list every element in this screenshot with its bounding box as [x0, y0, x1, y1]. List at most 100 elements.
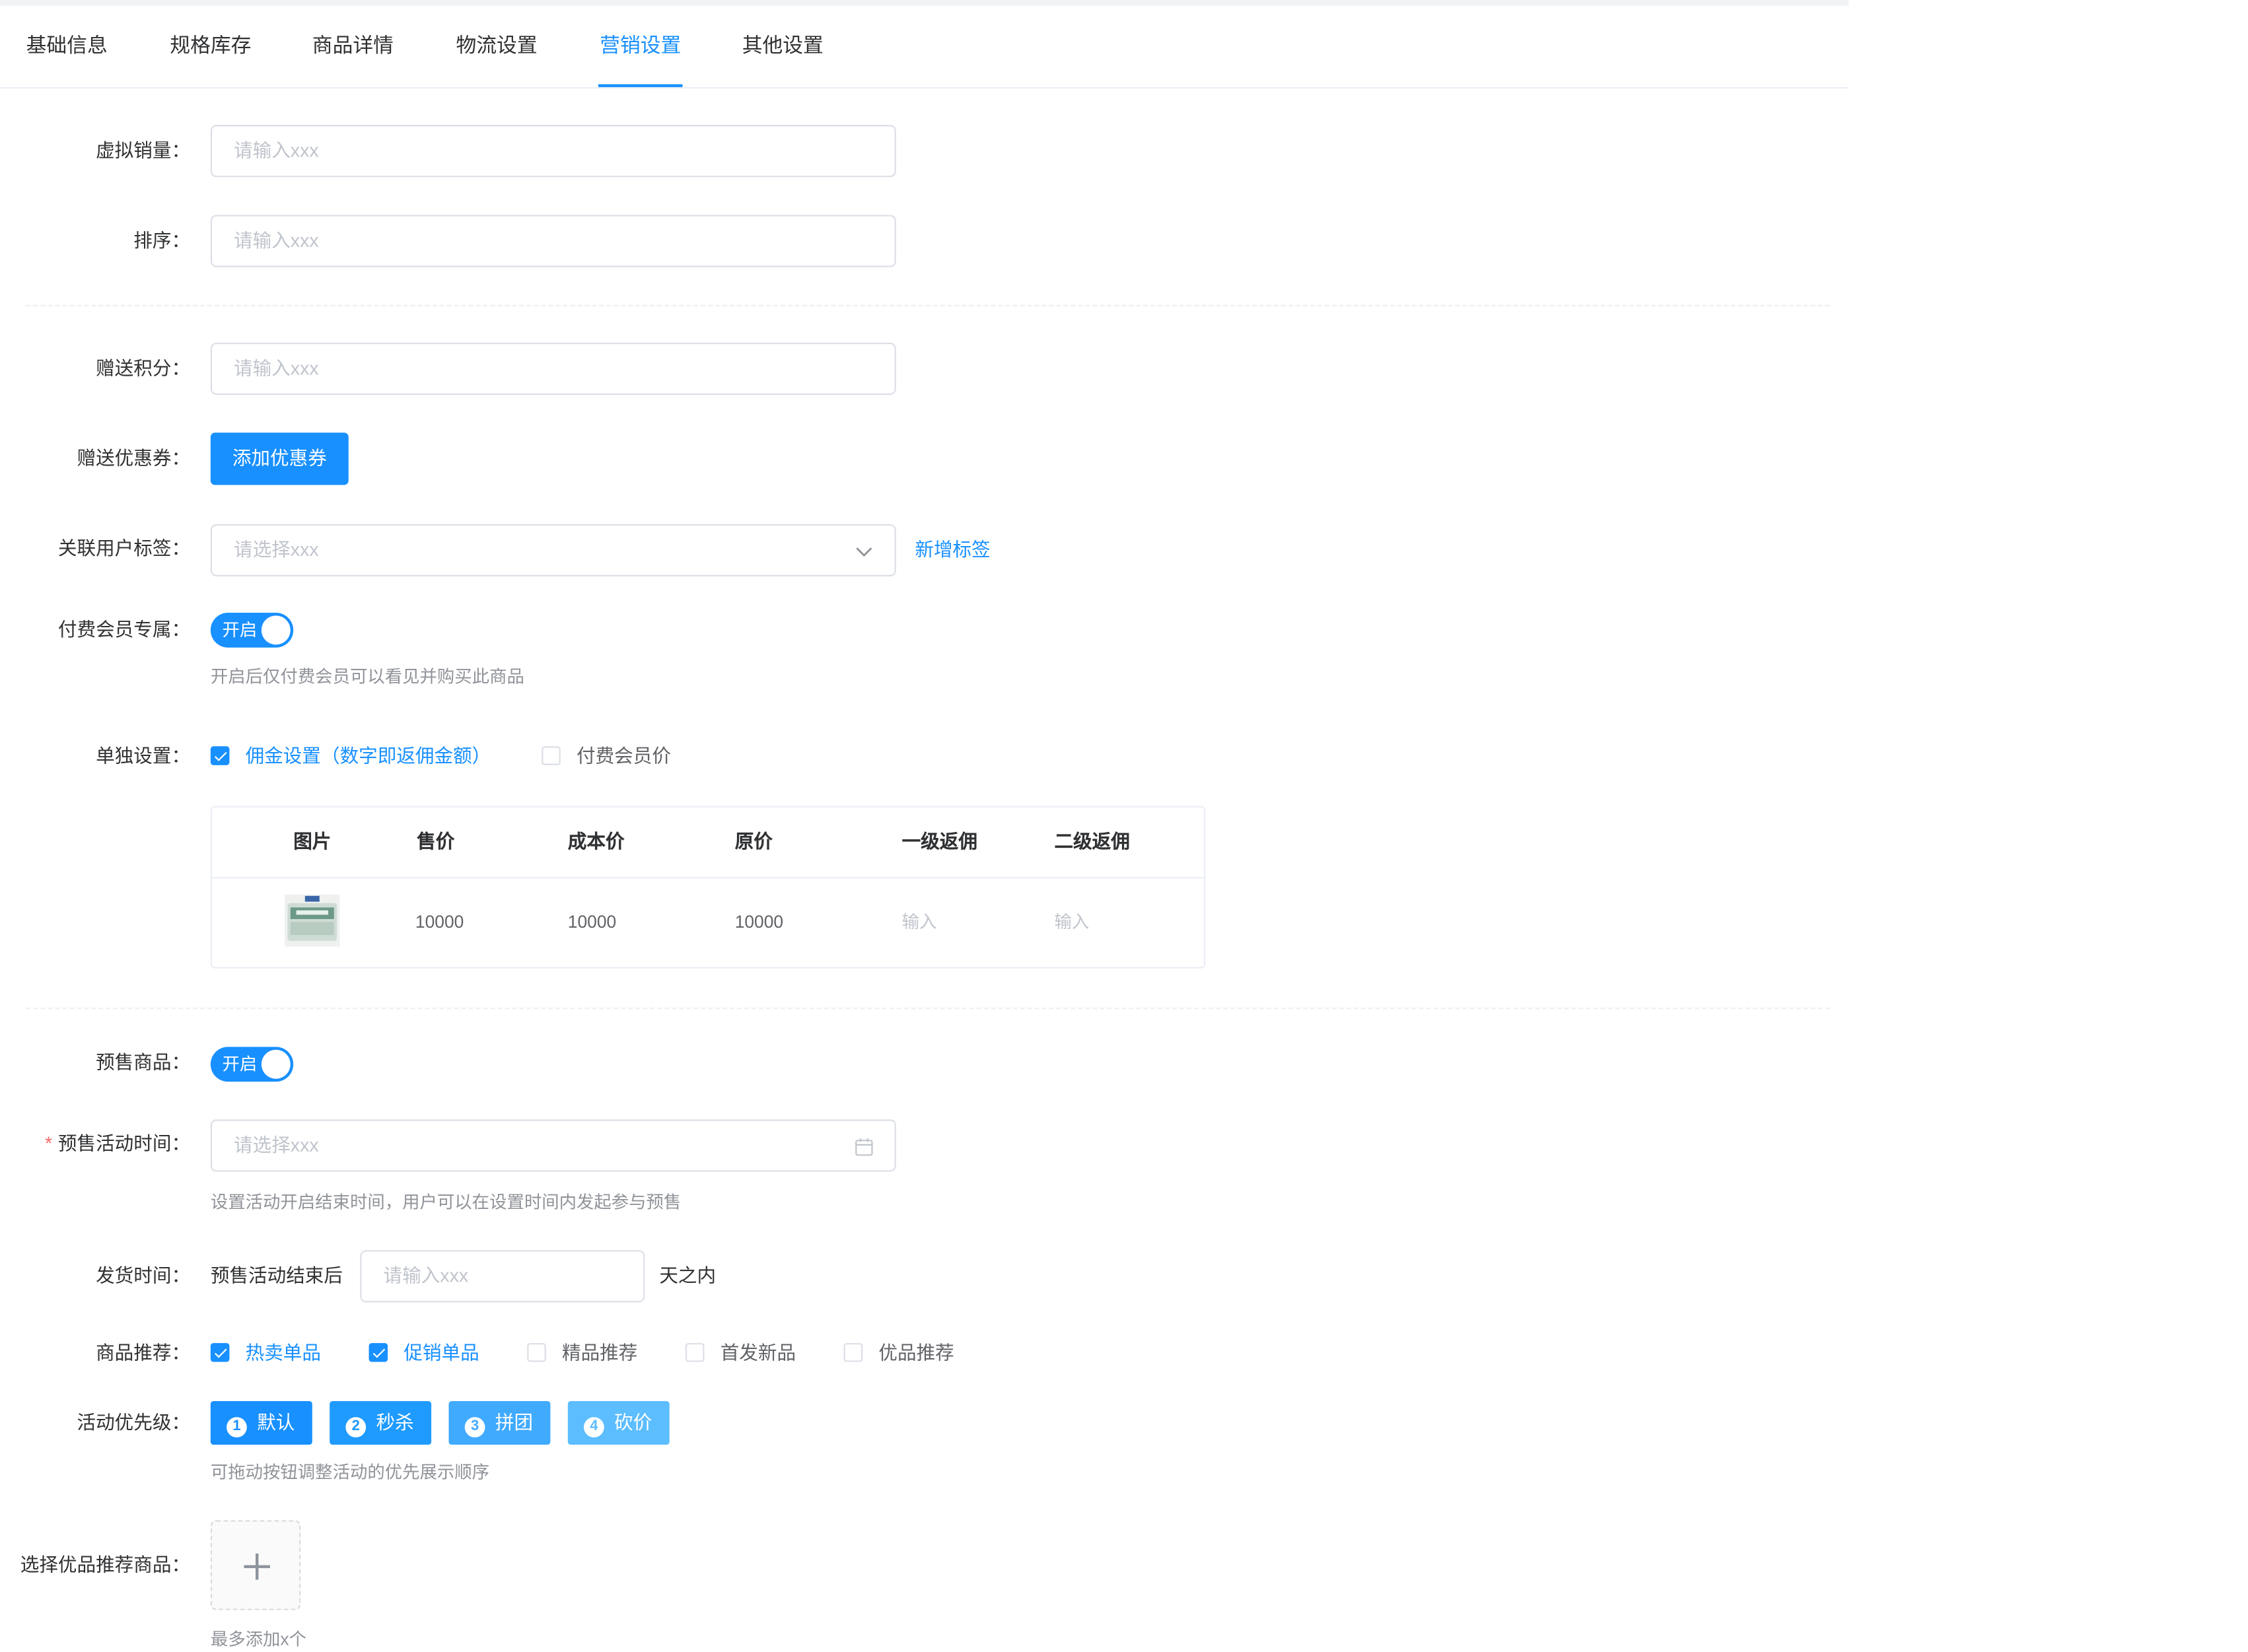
ship-time-prefix: 预售活动结束后 — [210, 1264, 343, 1287]
promo-item-checkbox[interactable]: 促销单品 — [369, 1338, 500, 1367]
table-header-cost: 成本价 — [567, 830, 625, 852]
priority-label: 活动优先级： — [77, 1411, 191, 1433]
checkbox-box — [210, 1343, 230, 1362]
section-divider — [26, 304, 1830, 306]
premium-goods-hint: 最多添加x个 — [210, 1629, 307, 1650]
priority-number: 4 — [583, 1417, 604, 1438]
presale-time-picker[interactable]: 请选择xxx — [210, 1119, 896, 1172]
tab-bar: 基础信息 规格库存 商品详情 物流设置 营销设置 其他设置 — [0, 6, 1849, 89]
checkbox-box — [685, 1343, 705, 1362]
new-release-checkbox[interactable]: 首发新品 — [685, 1338, 816, 1367]
table-cell-original: 10000 — [734, 911, 784, 932]
ship-days-input[interactable]: 请输入xxx — [360, 1250, 645, 1303]
ship-days-placeholder: 请输入xxx — [383, 1264, 469, 1287]
commission-table: 图片 售价 成本价 原价 一级返佣 二级返佣 10000 10000 10000… — [210, 806, 1206, 969]
sort-label: 排序： — [133, 229, 191, 252]
calendar-icon — [855, 1138, 873, 1156]
presale-label: 预售商品： — [96, 1051, 191, 1074]
tab-other[interactable]: 其他设置 — [742, 6, 824, 87]
tab-marketing[interactable]: 营销设置 — [600, 6, 681, 87]
table-header-level1: 一级返佣 — [901, 830, 977, 852]
paid-member-label: 付费会员专属： — [57, 618, 191, 640]
paid-member-hint: 开启后仅付费会员可以看见并购买此商品 — [210, 666, 524, 687]
priority-item-label: 默认 — [257, 1411, 295, 1433]
marketing-settings-page: 基础信息 规格库存 商品详情 物流设置 营销设置 其他设置 虚拟销量： 请输入x… — [0, 0, 2248, 1649]
user-tag-placeholder: 请选择xxx — [234, 538, 319, 561]
priority-hint: 可拖动按钮调整活动的优先展示顺序 — [210, 1462, 490, 1483]
user-tag-select[interactable]: 请选择xxx — [210, 524, 896, 577]
sort-input[interactable]: 请输入xxx — [210, 215, 896, 267]
virtual-sales-input[interactable]: 请输入xxx — [210, 125, 896, 178]
priority-item-bargain[interactable]: 4 砍价 — [567, 1401, 670, 1445]
checkbox-box — [843, 1343, 863, 1362]
table-header-price: 售价 — [417, 830, 455, 852]
presale-time-placeholder: 请选择xxx — [234, 1134, 319, 1156]
paid-member-switch-text: 开启 — [222, 619, 258, 640]
checkbox-box — [542, 746, 561, 765]
table-header-level2: 二级返佣 — [1054, 830, 1130, 852]
ship-time-label: 发货时间： — [96, 1264, 191, 1287]
priority-number: 1 — [227, 1417, 247, 1438]
commission-checkbox-label: 佣金设置（数字即返佣金额） — [245, 745, 491, 767]
gift-points-label: 赠送积分： — [96, 357, 191, 379]
priority-item-default[interactable]: 1 默认 — [210, 1401, 312, 1445]
premium-recommend-checkbox[interactable]: 精品推荐 — [527, 1338, 658, 1367]
add-tag-link[interactable]: 新增标签 — [915, 535, 990, 565]
premium-recommend-label: 精品推荐 — [562, 1341, 638, 1363]
tab-basic-info[interactable]: 基础信息 — [26, 6, 108, 87]
promo-item-label: 促销单品 — [404, 1341, 479, 1363]
priority-item-label: 秒杀 — [376, 1411, 414, 1433]
quality-recommend-checkbox[interactable]: 优品推荐 — [843, 1338, 975, 1367]
table-header-image: 图片 — [293, 830, 332, 852]
presale-switch-text: 开启 — [222, 1054, 258, 1075]
plus-icon — [256, 1553, 258, 1580]
recommend-label: 商品推荐： — [96, 1341, 191, 1363]
table-cell-price: 10000 — [415, 911, 464, 932]
virtual-sales-placeholder: 请输入xxx — [234, 139, 319, 162]
gift-points-input[interactable]: 请输入xxx — [210, 342, 896, 396]
tab-spec-stock[interactable]: 规格库存 — [170, 6, 251, 87]
single-setting-label: 单独设置： — [96, 745, 191, 767]
table-cell-cost: 10000 — [567, 911, 617, 932]
commission-checkbox[interactable]: 佣金设置（数字即返佣金额） — [210, 742, 501, 771]
hot-item-checkbox[interactable]: 热卖单品 — [210, 1338, 341, 1367]
chevron-down-icon — [856, 547, 872, 557]
gift-points-placeholder: 请输入xxx — [234, 357, 319, 379]
priority-item-seckill[interactable]: 2 秒杀 — [330, 1401, 432, 1445]
level2-commission-input[interactable]: 输入 — [1054, 877, 1089, 967]
tab-product-details[interactable]: 商品详情 — [312, 6, 394, 87]
paid-member-switch[interactable]: 开启 — [210, 612, 294, 648]
virtual-sales-label: 虚拟销量： — [96, 139, 191, 162]
tab-logistics[interactable]: 物流设置 — [456, 6, 537, 87]
member-price-checkbox[interactable]: 付费会员价 — [542, 742, 687, 771]
priority-item-label: 砍价 — [614, 1411, 652, 1433]
level1-commission-input[interactable]: 输入 — [902, 877, 937, 967]
checkbox-box — [527, 1343, 546, 1362]
add-coupon-button[interactable]: 添加优惠券 — [210, 432, 349, 485]
member-price-checkbox-label: 付费会员价 — [577, 745, 671, 767]
section-divider — [26, 1008, 1830, 1010]
presale-time-label: * 预售活动时间： — [45, 1130, 190, 1159]
gift-coupon-label: 赠送优惠券： — [77, 447, 191, 469]
table-header-original: 原价 — [734, 830, 773, 852]
user-tag-label: 关联用户标签： — [57, 537, 191, 559]
ship-time-suffix: 天之内 — [659, 1264, 717, 1287]
presale-switch[interactable]: 开启 — [210, 1047, 294, 1082]
add-goods-upload[interactable] — [210, 1520, 301, 1610]
sort-placeholder: 请输入xxx — [234, 229, 319, 252]
top-bar — [0, 0, 1849, 6]
presale-time-label-text: 预售活动时间： — [57, 1132, 191, 1155]
checkbox-box — [210, 746, 230, 765]
checkbox-box — [369, 1343, 388, 1362]
new-release-label: 首发新品 — [720, 1341, 796, 1363]
premium-goods-label: 选择优品推荐商品： — [20, 1553, 191, 1575]
active-tab-indicator — [598, 84, 683, 87]
quality-recommend-label: 优品推荐 — [878, 1341, 954, 1363]
product-thumbnail — [285, 894, 340, 947]
priority-number: 3 — [464, 1417, 485, 1438]
priority-item-group[interactable]: 3 拼团 — [448, 1401, 551, 1445]
priority-number: 2 — [345, 1417, 367, 1438]
switch-knob — [261, 1049, 291, 1079]
switch-knob — [261, 615, 291, 645]
required-mark: * — [44, 1132, 53, 1155]
